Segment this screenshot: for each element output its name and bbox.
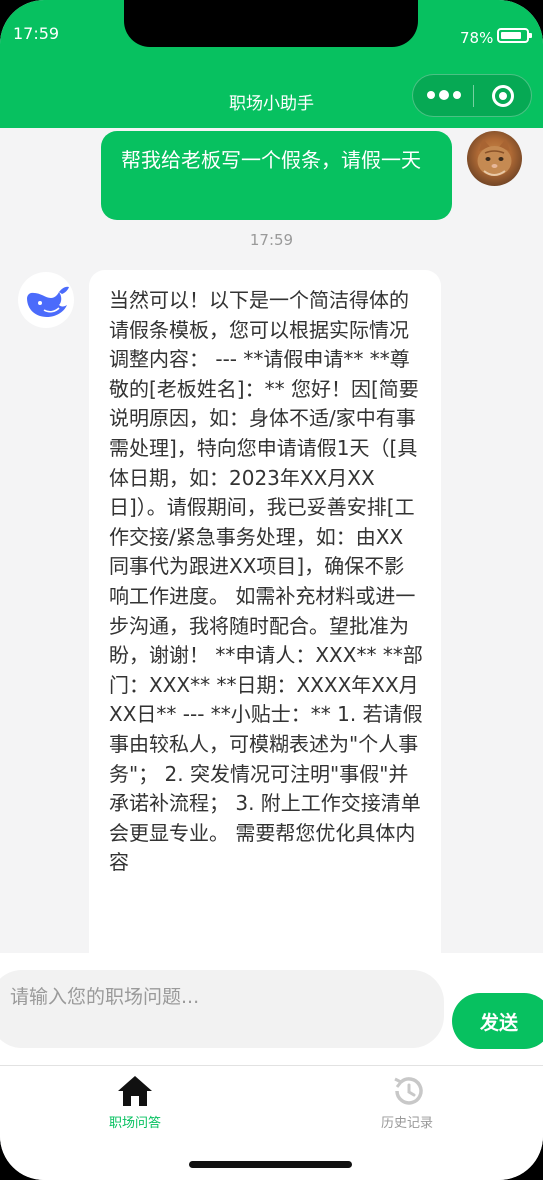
whale-logo-icon [27, 286, 69, 317]
capsule-divider [473, 85, 474, 107]
battery-percent: 78% [460, 29, 494, 47]
device-notch [124, 0, 418, 47]
target-icon[interactable] [492, 85, 514, 107]
home-icon [118, 1076, 152, 1106]
tab-bar: 职场问答 历史记录 [0, 1065, 543, 1180]
assistant-avatar [18, 272, 74, 328]
phone-screen: 17:59 78% 职场小助手 帮我给老板写一个假条，请假一天 17:59 当然… [0, 0, 543, 1180]
user-avatar [467, 131, 522, 186]
mini-program-capsule [412, 74, 532, 117]
home-indicator[interactable] [189, 1161, 352, 1168]
user-message-bubble: 帮我给老板写一个假条，请假一天 [101, 131, 452, 220]
tab-label-qa: 职场问答 [108, 1116, 161, 1131]
cat-avatar-image [477, 139, 512, 176]
more-dots-icon[interactable] [427, 88, 461, 102]
send-button[interactable]: 发送 [452, 993, 543, 1049]
question-input[interactable]: 请输入您的职场问题... [0, 970, 444, 1048]
message-timestamp: 17:59 [249, 231, 294, 249]
tab-workplace-qa[interactable]: 职场问答 [70, 1074, 200, 1131]
assistant-message-bubble: 当然可以！以下是一个简洁得体的请假条模板，您可以根据实际情况调整内容： --- … [89, 270, 441, 970]
tab-label-history: 历史记录 [380, 1116, 433, 1131]
nav-header: 17:59 78% 职场小助手 [0, 0, 543, 128]
history-icon [394, 1077, 423, 1105]
status-time: 17:59 [13, 24, 60, 43]
battery-icon [497, 28, 532, 43]
tab-history[interactable]: 历史记录 [342, 1074, 472, 1131]
